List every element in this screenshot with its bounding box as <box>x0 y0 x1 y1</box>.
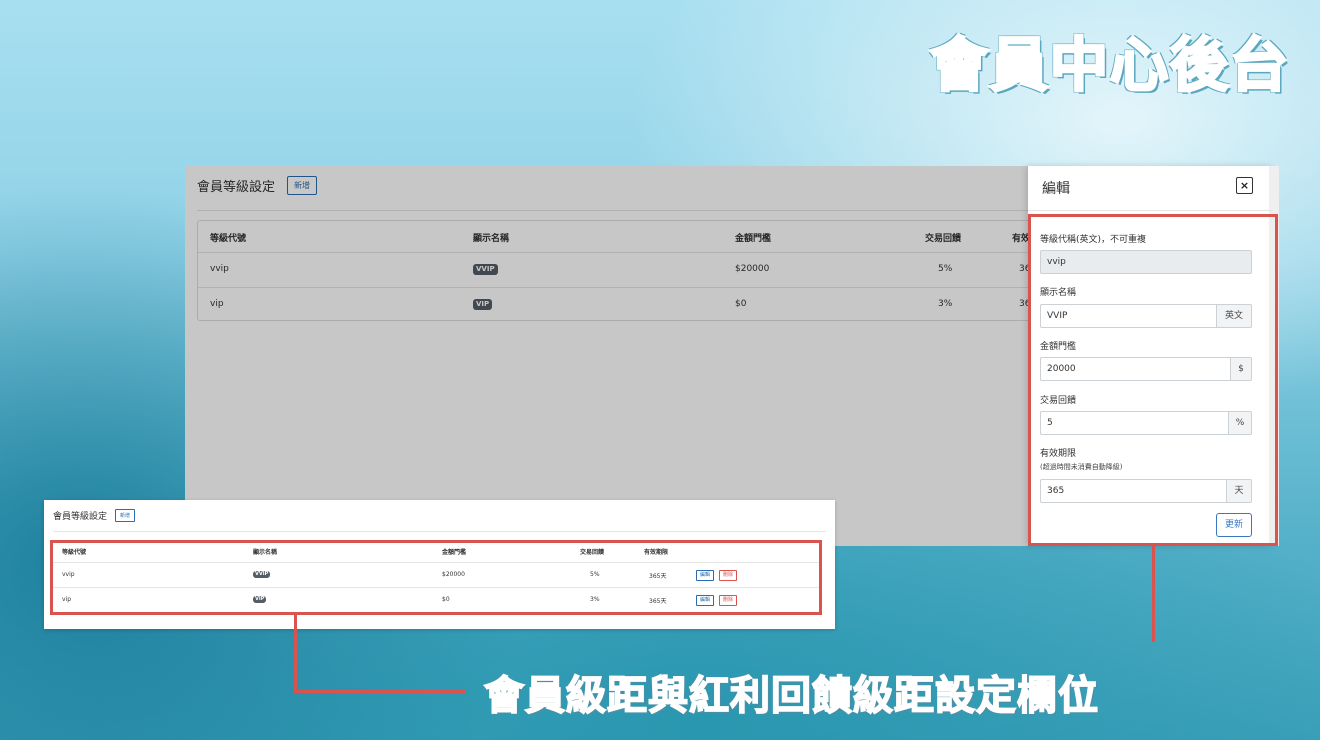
hero-title: 會員中心後台 <box>928 30 1290 101</box>
card-header: 會員等級設定 新增 <box>53 509 136 522</box>
add-level-button[interactable]: 新增 <box>115 509 136 522</box>
highlight-box-modal <box>1028 214 1278 546</box>
divider <box>53 531 826 532</box>
divider <box>1028 210 1273 211</box>
close-icon[interactable]: × <box>1236 177 1253 194</box>
modal-title: 編輯 <box>1042 181 1070 197</box>
caption: 會員級距與紅利回饋級距設定欄位 <box>483 672 1099 720</box>
highlight-box-table <box>50 540 822 615</box>
connector-line <box>294 690 466 693</box>
card-title: 會員等級設定 <box>53 512 108 522</box>
connector-line <box>1152 546 1155 642</box>
connector-line <box>294 615 297 693</box>
